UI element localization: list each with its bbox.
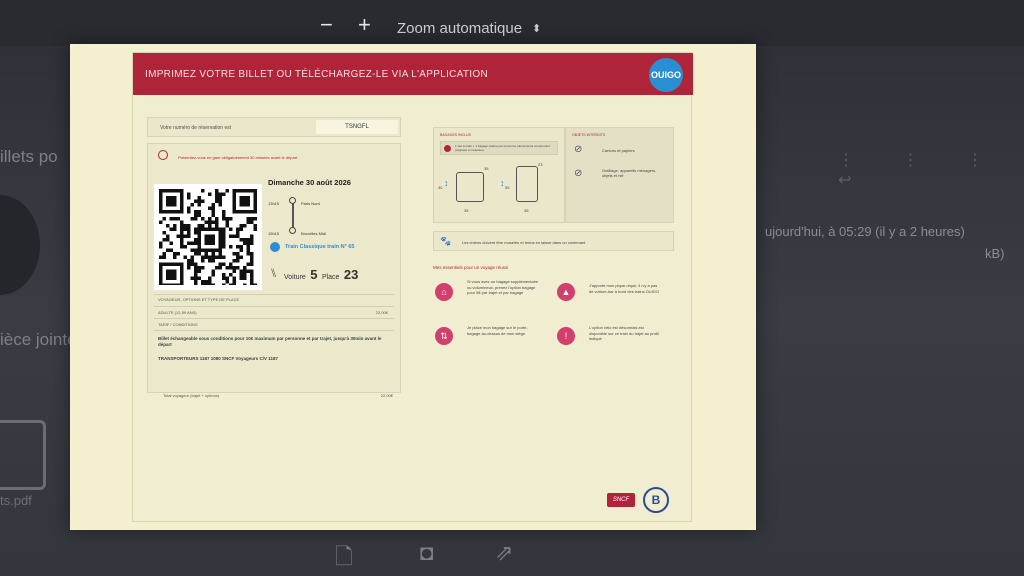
travel-date: Dimanche 30 août 2026 <box>268 178 351 187</box>
arrival-dot-icon <box>289 227 296 234</box>
essential-item-1: Si vous avez un bagage supplémentaire ou… <box>467 279 539 295</box>
bag-icon: ⌂ <box>435 283 453 301</box>
departure-dot-icon <box>289 197 296 204</box>
clock-icon <box>158 150 168 160</box>
attachment-filename[interactable]: ts.pdf <box>0 493 32 508</box>
handbag-icon <box>456 172 484 202</box>
train-name: Train Classique train N° 65 <box>285 244 355 250</box>
height-arrow-icon: ↕ <box>444 178 449 188</box>
conditions-text: Billet échangeable sous conditions pour … <box>158 336 382 347</box>
seat-icon: ⑊ <box>270 266 278 280</box>
footer-logos: SNCF B <box>607 487 677 513</box>
attachment-label: ièce jointe <box>0 330 77 349</box>
coach-number: 5 <box>310 267 318 282</box>
open-external-icon[interactable]: ⇗ <box>495 540 513 566</box>
essential-item-4: L'option vélo est désormais est disponib… <box>589 325 659 341</box>
email-subject-fragment: illets po <box>0 147 58 166</box>
seat-info: Voiture 5 Place 23 <box>284 266 358 284</box>
qr-code <box>154 184 262 290</box>
seat-number: 23 <box>343 267 359 282</box>
reservation-label: Votre numéro de réservation est <box>160 125 232 131</box>
departure-time: 13h15 <box>268 201 280 206</box>
zoom-out-button[interactable]: − <box>320 12 333 38</box>
divider <box>154 318 394 319</box>
essential-item-3: Je place mon bagage sur le porte-bagage … <box>467 325 528 336</box>
seat-label: Place <box>321 274 340 281</box>
dim-depth-small: 35 <box>484 166 489 171</box>
coach-label: Voiture <box>284 274 306 281</box>
dim-suitcase-width: 35 <box>524 208 529 213</box>
baggage-allowed-text: 1 sac à main + 1 bagage cabine par perso… <box>455 144 550 152</box>
ticket-banner: IMPRIMEZ VOTRE BILLET OU TÉLÉCHARGEZ-LE … <box>133 53 693 95</box>
warning-text: Présentez-vous en gare obligatoirement 3… <box>178 155 298 160</box>
warning-icon: ▲ <box>557 283 575 301</box>
ticket-card: Présentez-vous en gare obligatoirement 3… <box>147 143 401 393</box>
divider <box>154 306 394 307</box>
train-ticket: IMPRIMEZ VOTRE BILLET OU TÉLÉCHARGEZ-LE … <box>132 52 693 522</box>
divider <box>154 294 394 295</box>
carrier-text: TRANSPORTEURS 1187 1080 SNCF Voyageurs C… <box>158 356 278 361</box>
passenger-line: ADULTE (12-59 ANS) <box>158 310 197 315</box>
pdf-viewer-toolbar: − + Zoom automatique ⬍ <box>0 0 1024 46</box>
luggage-tag-icon: ⇅ <box>435 327 453 345</box>
sncf-logo: SNCF <box>607 493 635 507</box>
document-icon[interactable]: 🗋 <box>335 540 353 576</box>
dim-depth: 55 <box>505 185 510 190</box>
ouigo-logo: OUIGO <box>649 58 683 92</box>
chevron-updown-icon[interactable]: ⬍ <box>532 22 541 35</box>
forbidden-item-2: Outillage, appareils ménagers, objets et… <box>602 168 657 178</box>
camera-icon[interactable]: ◘ <box>420 540 433 566</box>
suitcase-icon <box>516 166 538 202</box>
qr-code-icon <box>159 189 257 287</box>
attachment-size: kB) <box>985 246 1005 261</box>
height-arrow-icon: ↕ <box>500 178 505 188</box>
zoom-select[interactable]: Zoom automatique <box>397 20 522 37</box>
dim-height: 40 <box>438 185 443 190</box>
passenger-header: VOYAGEUR, OPTIONS ET TYPE DE PLACE <box>158 297 240 302</box>
forbidden-title: OBJETS INTERDITS <box>572 133 606 137</box>
arrival-time: 15h15 <box>268 231 280 236</box>
pets-text: Les chiens doivent être muselés et tenus… <box>462 240 586 245</box>
reservation-code: TSNGFL <box>316 120 398 134</box>
total-label: Total voyageur (trajet + options) <box>163 393 220 398</box>
departure-station: Paris Nord <box>301 201 320 206</box>
alert-icon: ! <box>557 327 575 345</box>
essential-item-2: J'apporte mon pique-nique, il n'y a pas … <box>589 283 660 294</box>
train-icon <box>270 242 280 252</box>
file-icon[interactable] <box>0 420 46 490</box>
baggage-rule-box: 1 sac à main + 1 bagage cabine par perso… <box>440 141 558 155</box>
forbidden-item-1: Cartons et papiers <box>602 148 635 153</box>
banner-title: IMPRIMEZ VOTRE BILLET OU TÉLÉCHARGEZ-LE … <box>145 69 488 80</box>
conditions-header: TARIF / CONDITIONS <box>158 322 198 327</box>
divider <box>154 330 394 331</box>
dim-suitcase-depth: 23 <box>538 162 543 167</box>
email-action-icons[interactable]: ⋮ ⋮ ⋮ ↩ <box>838 150 1024 190</box>
passenger-price: 22,00€ <box>375 310 388 315</box>
avatar <box>0 195 40 295</box>
dim-width: 35 <box>464 208 469 213</box>
pdf-page: IMPRIMEZ VOTRE BILLET OU TÉLÉCHARGEZ-LE … <box>70 44 756 530</box>
forbidden-appliance-icon: ⊘ <box>574 168 583 179</box>
baggage-allowed-title: BAGAGES INCLUS <box>440 133 471 137</box>
baggage-allowed-box: BAGAGES INCLUS 1 sac à main + 1 bagage c… <box>433 127 565 223</box>
reservation-box: Votre numéro de réservation est TSNGFL <box>147 117 401 137</box>
total-value: 22,00€ <box>380 393 393 398</box>
bag-dot-icon <box>444 145 451 152</box>
arrival-station: Bruxelles Midi <box>301 231 326 236</box>
forbidden-items-box: OBJETS INTERDITS ⊘ Cartons et papiers ⊘ … <box>565 127 674 223</box>
essentials-title: Mes essentiels pour un voyage réussi <box>433 265 509 270</box>
sncb-logo: B <box>643 487 669 513</box>
zoom-in-button[interactable]: + <box>358 12 371 38</box>
forbidden-box-icon: ⊘ <box>574 144 583 155</box>
pets-box: 🐾 Les chiens doivent être muselés et ten… <box>433 231 674 251</box>
paw-icon: 🐾 <box>440 236 452 246</box>
email-timestamp: ujourd'hui, à 05:29 (il y a 2 heures) <box>765 224 965 239</box>
